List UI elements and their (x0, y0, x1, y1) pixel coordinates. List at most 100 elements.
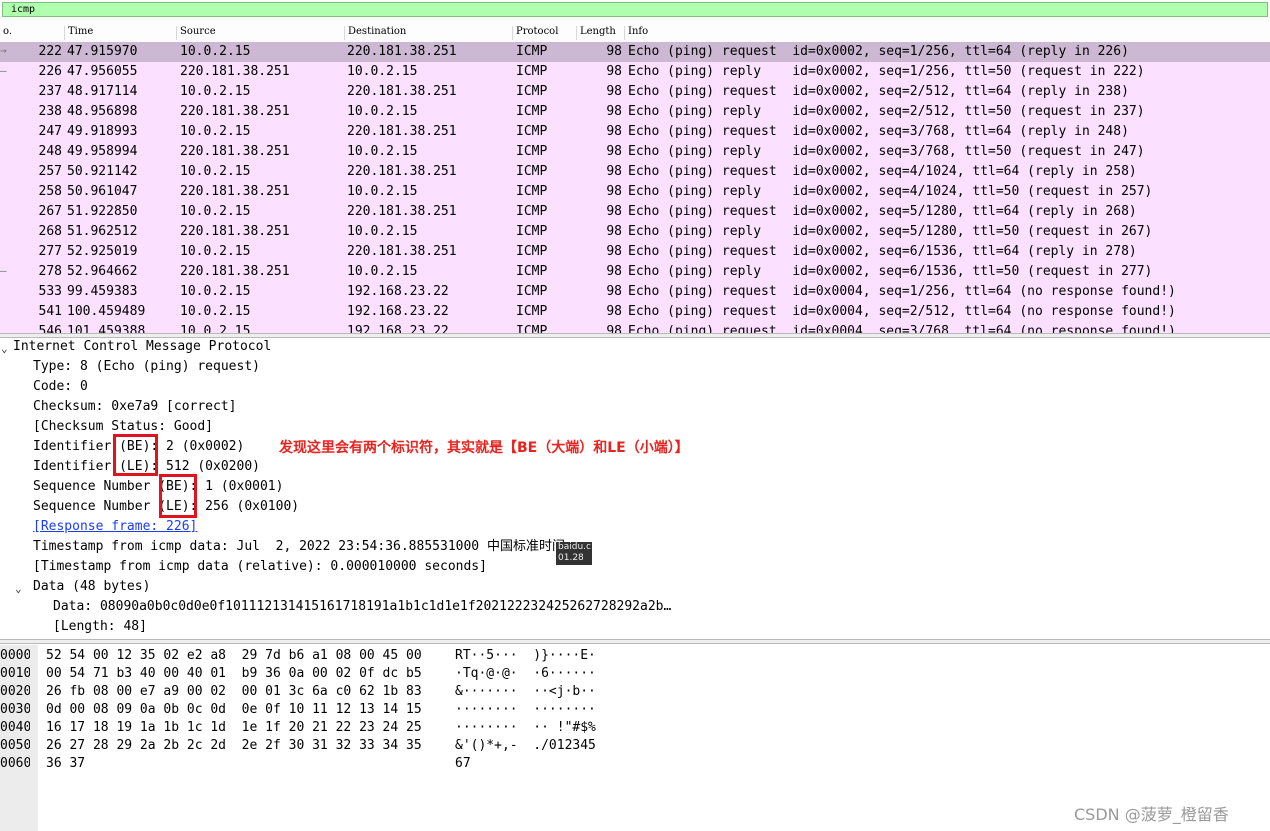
byte-hex[interactable]: 0d 00 08 09 0a 0b 0c 0d 0e 0f 10 11 12 1… (46, 701, 422, 719)
packet-no: 257 (38, 164, 62, 179)
byte-offset[interactable]: 0060 (0, 755, 30, 773)
watermark: CSDN @菠萝_橙留香 (1074, 805, 1229, 824)
packet-list-header: o. Time Source Destination Protocol Leng… (0, 22, 1270, 43)
packet-source: 10.0.2.15 (180, 84, 251, 99)
column-header-time[interactable]: Time (64, 26, 178, 40)
packet-row[interactable]: 267 51.922850 10.0.2.15 220.181.38.251 ICMP 9… (0, 202, 1270, 222)
detail-protocol[interactable]: Internet Control Message Protocol (13, 338, 271, 357)
packet-time: 47.915970 (67, 44, 138, 59)
packet-info: Echo (ping) request id=0x0002, seq=5/128… (628, 204, 1137, 219)
packet-destination: 220.181.38.251 (347, 244, 457, 259)
packet-row[interactable]: 237 48.917114 10.0.2.15 220.181.38.251 ICMP 9… (0, 82, 1270, 102)
byte-offset[interactable]: 0000 (0, 647, 30, 665)
packet-time: 101.459388 (67, 324, 146, 333)
packet-row[interactable]: 258 50.961047 220.181.38.251 10.0.2.15 ICMP 9… (0, 182, 1270, 202)
packet-no: 268 (38, 224, 62, 239)
packet-row[interactable]: 546 101.459388 10.0.2.15 192.168.23.22 ICMP 9… (0, 322, 1270, 333)
column-header-info[interactable]: Info (624, 26, 1268, 40)
packet-row[interactable]: 247 49.918993 10.0.2.15 220.181.38.251 ICMP 9… (0, 122, 1270, 142)
byte-offset[interactable]: 0040 (0, 719, 30, 737)
packet-length: 98 (606, 44, 622, 59)
packet-row[interactable]: → 222 47.915970 10.0.2.15 220.181.38.251 ICMP… (0, 42, 1270, 62)
packet-row[interactable]: 268 51.962512 220.181.38.251 10.0.2.15 ICMP 9… (0, 222, 1270, 242)
packet-row[interactable]: 533 99.459383 10.0.2.15 192.168.23.22 ICMP 98… (0, 282, 1270, 302)
byte-hex[interactable]: 16 17 18 19 1a 1b 1c 1d 1e 1f 20 21 22 2… (46, 719, 422, 737)
detail-timestamp-relative[interactable]: [Timestamp from icmp data (relative): 0.… (33, 557, 487, 577)
byte-hex[interactable]: 00 54 71 b3 40 00 40 01 b9 36 0a 00 02 0… (46, 665, 422, 683)
packet-time: 51.922850 (67, 204, 138, 219)
response-frame-link[interactable]: [Response frame: 226] (33, 517, 197, 537)
packet-source: 220.181.38.251 (180, 144, 290, 159)
column-header-length[interactable]: Length (576, 26, 624, 40)
byte-ascii[interactable]: &······· ··<j·b·· (455, 683, 596, 701)
packet-source: 10.0.2.15 (180, 44, 251, 59)
packet-details-pane[interactable]: ⌄ Internet Control Message Protocol Type… (0, 338, 1270, 638)
byte-hex[interactable]: 52 54 00 12 35 02 e2 a8 29 7d b6 a1 08 0… (46, 647, 422, 665)
byte-offset[interactable]: 0020 (0, 683, 30, 701)
packet-protocol: ICMP (516, 324, 548, 333)
packet-destination: 192.168.23.22 (347, 284, 449, 299)
packet-no: 248 (38, 144, 62, 159)
detail-data-length[interactable]: [Length: 48] (53, 617, 147, 637)
detail-data-value[interactable]: Data: 08090a0b0c0d0e0f101112131415161718… (53, 597, 671, 617)
packet-row[interactable]: 238 48.956898 220.181.38.251 10.0.2.15 ICMP 9… (0, 102, 1270, 122)
packet-destination: 220.181.38.251 (347, 164, 457, 179)
packet-info: Echo (ping) request id=0x0004, seq=1/256… (628, 284, 1176, 299)
column-header-no[interactable]: o. (0, 26, 63, 40)
packet-length: 98 (606, 204, 622, 219)
packet-length: 98 (606, 224, 622, 239)
packet-protocol: ICMP (516, 44, 548, 59)
byte-ascii[interactable]: 67 (455, 755, 471, 773)
collapse-arrow-icon[interactable]: ⌄ (1, 342, 8, 355)
packet-protocol: ICMP (516, 304, 548, 319)
packet-time: 50.921142 (67, 164, 138, 179)
byte-ascii[interactable]: ········ ········ (455, 701, 596, 719)
packet-time: 51.962512 (67, 224, 138, 239)
byte-offset[interactable]: 0010 (0, 665, 30, 683)
packet-row[interactable]: —226 47.956055 220.181.38.251 10.0.2.15 ICMP… (0, 62, 1270, 82)
packet-info: Echo (ping) request id=0x0002, seq=6/153… (628, 244, 1137, 259)
pane-splitter-bottom[interactable] (0, 639, 1270, 644)
byte-hex[interactable]: 36 37 (46, 755, 85, 773)
packet-length: 98 (606, 264, 622, 279)
collapse-arrow-icon[interactable]: ⌄ (15, 582, 22, 595)
packet-source: 10.0.2.15 (180, 204, 251, 219)
byte-ascii[interactable]: ·Tq·@·@· ·6······ (455, 665, 596, 683)
packet-rows: → 222 47.915970 10.0.2.15 220.181.38.251 ICMP… (0, 42, 1270, 333)
packet-row[interactable]: 248 49.958994 220.181.38.251 10.0.2.15 ICMP 9… (0, 142, 1270, 162)
byte-ascii[interactable]: RT··5··· )}····E· (455, 647, 596, 665)
packet-source: 10.0.2.15 (180, 324, 251, 333)
byte-hex[interactable]: 26 fb 08 00 e7 a9 00 02 00 01 3c 6a c0 6… (46, 683, 422, 701)
detail-data[interactable]: Data (48 bytes) (33, 577, 150, 597)
packet-source: 220.181.38.251 (180, 64, 290, 79)
packet-row[interactable]: 257 50.921142 10.0.2.15 220.181.38.251 ICMP 9… (0, 162, 1270, 182)
packet-no: 278 (38, 264, 62, 279)
packet-length: 98 (606, 64, 622, 79)
column-header-source[interactable]: Source (176, 26, 345, 40)
packet-row[interactable]: —278 52.964662 220.181.38.251 10.0.2.15 ICMP… (0, 262, 1270, 282)
packet-list-pane[interactable]: o. Time Source Destination Protocol Leng… (0, 22, 1270, 333)
packet-protocol: ICMP (516, 284, 548, 299)
byte-offset[interactable]: 0050 (0, 737, 30, 755)
detail-code[interactable]: Code: 0 (33, 377, 88, 397)
packet-info: Echo (ping) request id=0x0002, seq=4/102… (628, 164, 1137, 179)
packet-no: 226 (38, 64, 62, 79)
packet-row[interactable]: 541 100.459489 10.0.2.15 192.168.23.22 ICMP 9… (0, 302, 1270, 322)
packet-info: Echo (ping) request id=0x0002, seq=3/768… (628, 124, 1129, 139)
byte-hex[interactable]: 26 27 28 29 2a 2b 2c 2d 2e 2f 30 31 32 3… (46, 737, 422, 755)
packet-destination: 10.0.2.15 (347, 224, 418, 239)
detail-checksum[interactable]: Checksum: 0xe7a9 [correct] (33, 397, 237, 417)
packet-no: 237 (38, 84, 62, 99)
column-header-protocol[interactable]: Protocol (512, 26, 576, 40)
byte-ascii[interactable]: &'()*+,- ./012345 (455, 737, 596, 755)
packet-row[interactable]: 277 52.925019 10.0.2.15 220.181.38.251 ICMP 9… (0, 242, 1270, 262)
highlight-box-identifier (113, 434, 158, 476)
packet-source: 10.0.2.15 (180, 124, 251, 139)
display-filter-input[interactable]: icmp (2, 2, 1268, 17)
byte-ascii[interactable]: ········ ·· !"#$% (455, 719, 596, 737)
column-header-destination[interactable]: Destination (344, 26, 513, 40)
packet-protocol: ICMP (516, 184, 548, 199)
detail-timestamp[interactable]: Timestamp from icmp data: Jul 2, 2022 23… (33, 537, 565, 557)
detail-type[interactable]: Type: 8 (Echo (ping) request) (33, 357, 260, 377)
byte-offset[interactable]: 0030 (0, 701, 30, 719)
